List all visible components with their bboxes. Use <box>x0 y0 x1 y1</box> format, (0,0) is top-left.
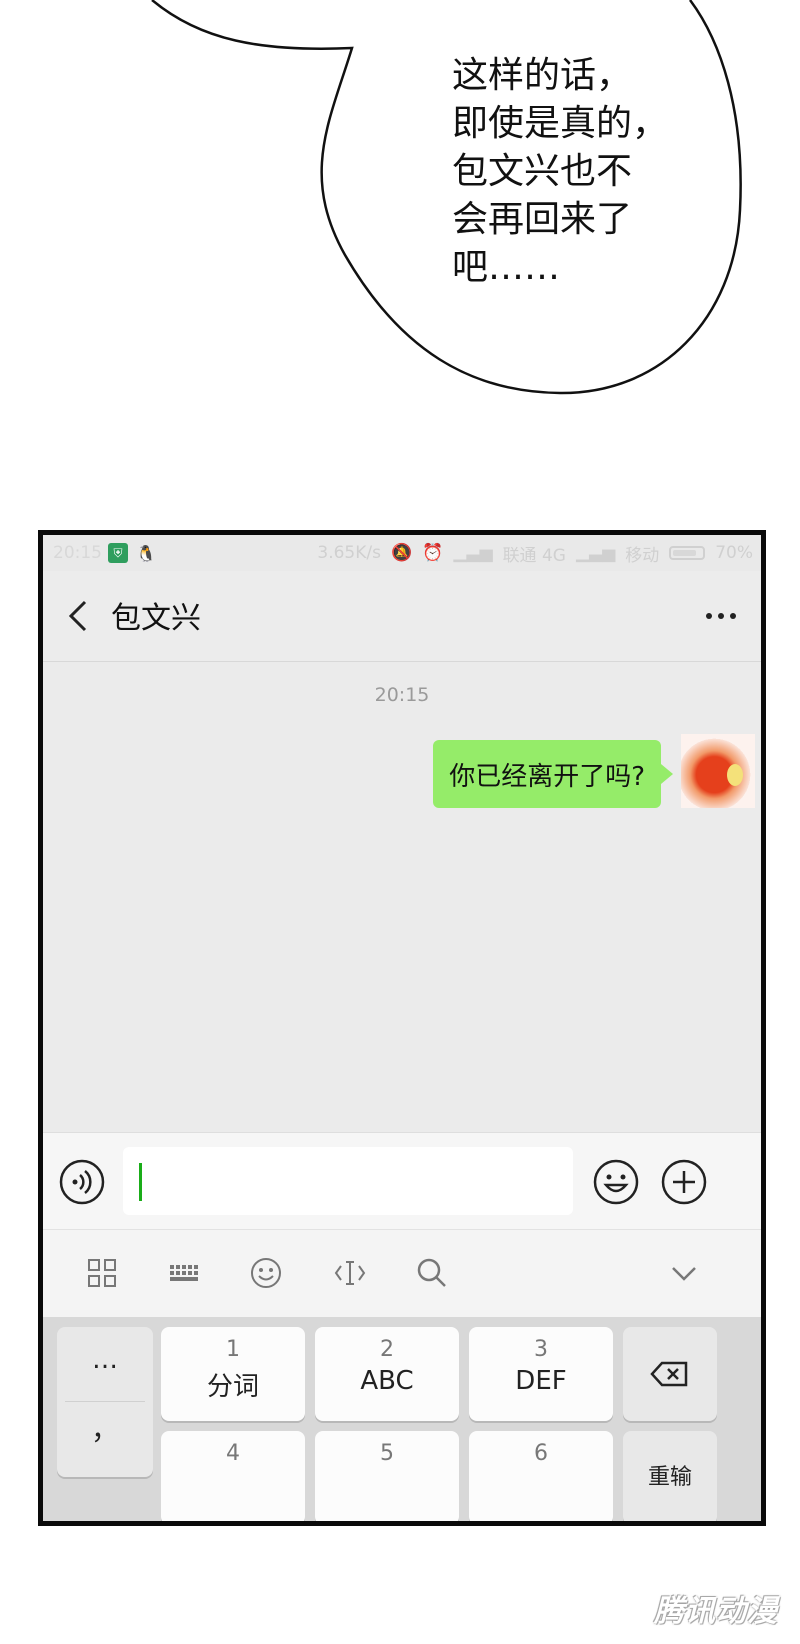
alarm-icon: ⏰ <box>422 543 444 563</box>
key-6[interactable]: 6 <box>469 1431 613 1521</box>
key-3[interactable]: 3 DEF <box>469 1327 613 1421</box>
key-label: ABC <box>360 1366 414 1396</box>
keyboard: … ， 1 分词 2 ABC 3 DEF 4 5 6 重输 <box>43 1317 761 1521</box>
message-list[interactable]: 20:15 你已经离开了吗? <box>43 662 761 1132</box>
speech-line: 这样的话， <box>452 55 633 96</box>
key-4[interactable]: 4 <box>161 1431 305 1521</box>
collapse-keyboard-icon[interactable] <box>667 1256 701 1290</box>
key-number: 5 <box>380 1441 394 1466</box>
qq-penguin-icon: 🐧 <box>136 543 156 563</box>
speech-bubble-text: 这样的话， 即使是真的， 包文兴也不 会再回来了 吧…… <box>452 52 682 292</box>
key-2[interactable]: 2 ABC <box>315 1327 459 1421</box>
speech-line: 即使是真的， <box>452 103 669 144</box>
symbol-key-column: … ， <box>57 1327 153 1477</box>
sent-message-bubble[interactable]: 你已经离开了吗? <box>433 740 673 808</box>
chat-title: 包文兴 <box>111 601 201 636</box>
emoji-icon[interactable] <box>593 1159 639 1205</box>
input-bar <box>43 1132 761 1229</box>
backspace-key[interactable] <box>623 1327 717 1421</box>
watermark-logo: 腾讯动漫 <box>654 1594 778 1629</box>
signal-icon: ▁▃▅ <box>453 543 493 563</box>
speech-line: 吧…… <box>452 247 561 288</box>
message-input[interactable] <box>123 1147 573 1215</box>
status-bar: 20:15 ⛨ 🐧 3.65K/s 🔕 ⏰ ▁▃▅ 联通 4G ▁▃▅ 移动 7… <box>43 535 761 571</box>
key-label: DEF <box>515 1366 567 1396</box>
voice-input-icon[interactable] <box>59 1159 105 1205</box>
carrier-1: 联通 4G <box>502 545 566 566</box>
key-number: 1 <box>226 1337 240 1362</box>
keyboard-layout-icon[interactable] <box>167 1256 201 1290</box>
reenter-key[interactable]: 重输 <box>623 1431 717 1521</box>
search-icon[interactable] <box>415 1256 449 1290</box>
status-time: 20:15 <box>53 543 102 563</box>
user-avatar[interactable] <box>681 734 755 808</box>
more-options-icon[interactable] <box>701 601 741 631</box>
key-number: 2 <box>380 1337 394 1362</box>
reenter-label: 重输 <box>647 1465 692 1490</box>
battery-percent: 70% <box>715 543 753 563</box>
status-right: 3.65K/s 🔕 ⏰ ▁▃▅ 联通 4G ▁▃▅ 移动 70% <box>317 541 753 566</box>
network-speed: 3.65K/s <box>317 543 381 563</box>
key-number: 6 <box>534 1441 548 1466</box>
key-5[interactable]: 5 <box>315 1431 459 1521</box>
back-arrow-icon[interactable] <box>61 596 97 636</box>
signal-icon: ▁▃▅ <box>575 543 616 563</box>
key-number: 4 <box>226 1441 240 1466</box>
key-number: 3 <box>534 1337 548 1362</box>
emoji-face-icon[interactable] <box>249 1256 283 1290</box>
message-timestamp: 20:15 <box>374 684 430 706</box>
silent-icon: 🔕 <box>390 543 413 563</box>
keyboard-toolbar <box>43 1229 761 1318</box>
add-more-icon[interactable] <box>661 1159 707 1205</box>
backspace-icon <box>650 1361 688 1387</box>
comma-key[interactable]: ， <box>57 1408 153 1448</box>
speech-line: 包文兴也不 <box>452 151 633 192</box>
key-label: 分词 <box>206 1372 259 1402</box>
speech-line: 会再回来了 <box>452 199 633 240</box>
battery-icon <box>669 546 706 560</box>
carrier-2: 移动 <box>625 545 660 566</box>
ellipsis-key[interactable]: … <box>57 1345 153 1375</box>
chat-header: 包文兴 <box>43 571 761 662</box>
key-divider <box>65 1401 145 1402</box>
phone-screen: 20:15 ⛨ 🐧 3.65K/s 🔕 ⏰ ▁▃▅ 联通 4G ▁▃▅ 移动 7… <box>38 530 766 1526</box>
key-1[interactable]: 1 分词 <box>161 1327 305 1421</box>
shield-app-icon: ⛨ <box>108 543 128 563</box>
text-caret <box>139 1163 142 1201</box>
grid-apps-icon[interactable] <box>85 1256 119 1290</box>
cursor-move-icon[interactable] <box>333 1256 367 1290</box>
